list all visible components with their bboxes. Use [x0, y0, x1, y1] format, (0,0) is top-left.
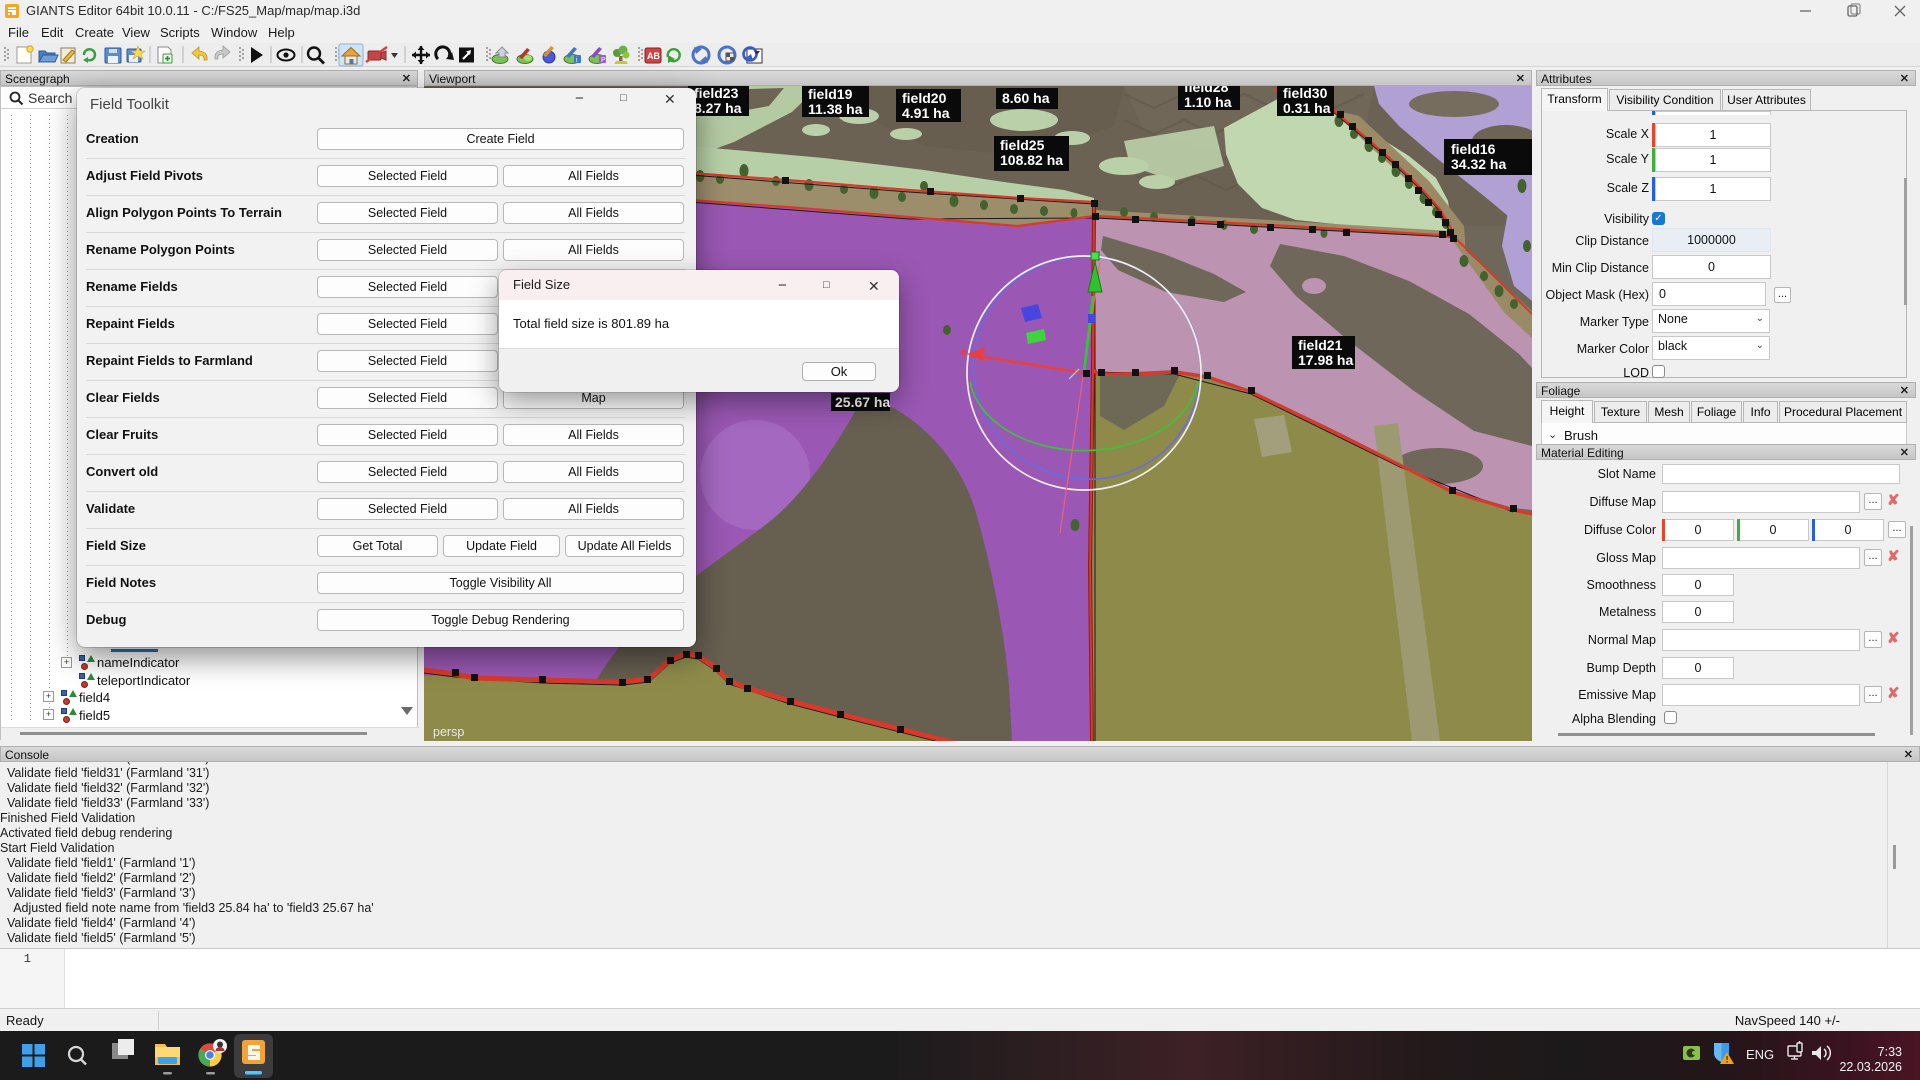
- svg-text:1.10 ha: 1.10 ha: [1184, 94, 1232, 110]
- svg-text:field16: field16: [1451, 141, 1496, 157]
- svg-text:25.67 ha: 25.67 ha: [835, 394, 890, 410]
- svg-text:field25: field25: [1000, 137, 1045, 153]
- svg-text:ENG: ENG: [1746, 1047, 1774, 1062]
- svg-text:17.98 ha: 17.98 ha: [1298, 352, 1353, 368]
- svg-text:persp: persp: [433, 725, 464, 739]
- svg-text:field30: field30: [1283, 86, 1328, 101]
- svg-text:P: P: [601, 57, 606, 64]
- svg-text:8.60 ha: 8.60 ha: [1002, 90, 1050, 106]
- svg-text:field19: field19: [808, 86, 853, 102]
- svg-text:11.38 ha: 11.38 ha: [808, 101, 863, 117]
- svg-text:AB: AB: [647, 51, 660, 61]
- svg-text:field23: field23: [694, 86, 739, 101]
- svg-text:4.91 ha: 4.91 ha: [902, 105, 950, 121]
- svg-text:field21: field21: [1298, 337, 1343, 353]
- svg-text:0.31 ha: 0.31 ha: [1283, 100, 1331, 116]
- svg-text:field20: field20: [902, 90, 947, 106]
- svg-text:108.82 ha: 108.82 ha: [1000, 152, 1063, 168]
- svg-text:8.27 ha: 8.27 ha: [694, 100, 742, 116]
- svg-text:7:33: 7:33: [1878, 1045, 1902, 1059]
- svg-text:22.03.2026: 22.03.2026: [1839, 1060, 1902, 1074]
